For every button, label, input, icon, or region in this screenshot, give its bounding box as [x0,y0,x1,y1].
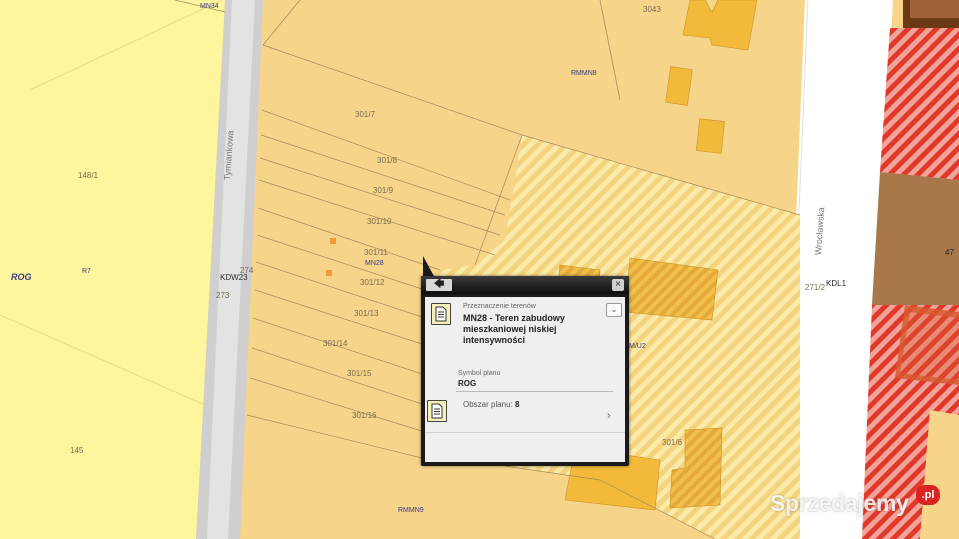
parcel-label: 145 [70,446,84,455]
popup-titlebar: 🡄 × [421,276,629,294]
chevron-right-icon[interactable]: › [607,410,611,422]
popup-header-label: Przeznaczenie terenów [463,303,536,310]
building [696,118,725,154]
parcel-label: 301/7 [355,110,376,119]
parcel-label: 301/6 [662,438,683,447]
parcel-label: 301/10 [367,217,392,226]
parcel-label: 301/9 [373,186,394,195]
parcel-label: 47 [945,248,954,257]
plan-area-value: 8 [515,400,520,409]
back-arrow-icon: 🡄 [433,279,445,290]
parcel-label: 274 [240,266,254,275]
zone-label: MN28 [365,260,384,267]
zone-label: RMMN8 [571,70,597,77]
watermark-badge: .pl [916,485,940,505]
document-icon[interactable] [427,400,447,422]
symbol-value: ROG [458,379,477,388]
zone-label: M/U2 [629,343,646,350]
parcel-label: 301/16 [352,411,377,420]
zone-label: MN34 [200,3,219,10]
red-hatched-zone [880,28,959,180]
zone-label: RMMN9 [398,507,424,514]
zone-label: R7 [82,268,91,275]
plan-area-row[interactable]: Obszar planu: 8 [463,400,520,409]
close-button[interactable]: × [612,279,624,291]
back-button[interactable]: 🡄 [426,279,452,291]
divider [425,432,625,433]
parcel-label: 273 [216,291,230,300]
parcel-label: 271/2 [805,283,826,292]
symbol-label: Symbol planu [458,370,501,377]
brown-zone [872,172,959,305]
close-icon: × [615,279,621,290]
parcel-label: 301/12 [360,278,385,287]
expand-button[interactable]: ⌄ [606,303,622,317]
popup-content: Przeznaczenie terenów MN28 - Teren zabud… [425,297,625,462]
parcel-label: 301/8 [377,156,398,165]
popup-pointer [423,256,435,278]
info-popup: 🡄 × Przeznaczenie terenów MN28 - Teren z… [421,276,629,466]
document-icon[interactable] [431,303,451,325]
plan-symbol-label: ROG [11,272,32,282]
parcel-label: 301/13 [354,309,379,318]
yellow-zone [0,0,225,539]
parcel-label: 148/1 [78,171,99,180]
plan-area-label: Obszar planu: [463,400,513,409]
road-label: KDL1 [826,279,847,288]
parcel-label: 301/11 [364,248,388,257]
parcel-label: 301/15 [347,369,372,378]
chevron-down-icon: ⌄ [610,305,618,314]
watermark-text: Sprzedajemy [770,490,909,516]
divider [456,391,613,392]
popup-title: MN28 - Teren zabudowy mieszkaniowej nisk… [463,313,565,345]
building [665,66,693,106]
parcel-label: 301/14 [323,339,348,348]
parcel-label: 3043 [643,5,661,14]
